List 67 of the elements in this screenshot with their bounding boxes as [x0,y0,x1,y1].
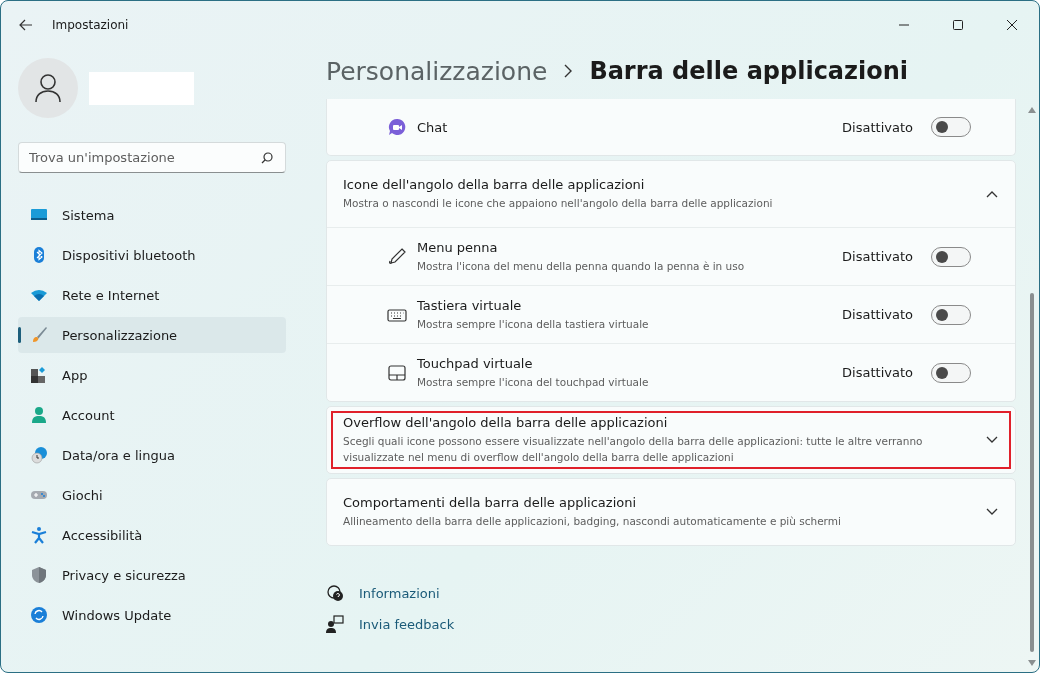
person-icon [30,406,48,424]
setting-label: Menu penna [417,239,499,255]
chat-icon [387,117,407,137]
section-title: Icone dell'angolo della barra delle applicazioni [343,177,646,192]
setting-label: Tastiera virtuale [417,297,523,313]
toggle-status: Disattivato [842,307,913,322]
sidebar-item[interactable]: Account [18,397,286,433]
breadcrumb-link[interactable]: Personalizzazione [326,56,548,86]
setting-description: Mostra sempre l'icona della tastiera virtuale [417,316,650,332]
search-field[interactable]: Trova un'impostazione [18,142,286,173]
sidebar-item[interactable]: Privacy e sicurezza [18,557,286,593]
sidebar-item[interactable]: Sistema [18,197,286,233]
section-description: Allineamento della barra delle applicazioni, badging, nascondi automaticamente e più schermi [343,514,842,529]
sidebar-label: Data/ora e lingua [62,447,175,463]
toggle-status: Disattivato [842,365,913,380]
sidebar-item[interactable]: Giochi [18,477,286,513]
section-description: Scegli quali icone possono essere visualizzate nell'angolo della barra delle applicazioni: tutte le altre verranno visualizzate nel menu di overflow dell'angolo della barra delle applicazioni [343,434,924,465]
paintbrush-icon [30,326,48,344]
shield-icon [30,566,48,584]
maximize-icon [953,19,963,30]
sidebar-item[interactable]: Accessibilità [18,517,286,553]
toggle-switch[interactable] [931,362,971,383]
feedback-person-icon [326,615,344,633]
sidebar-label: Account [62,407,115,423]
sidebar-label: Personalizzazione [62,327,178,343]
pen-icon [387,246,407,267]
sidebar-item[interactable]: Personalizzazione [18,317,286,353]
search-icon [261,151,273,164]
help-link[interactable]: Informazioni [359,585,440,601]
accessibility-icon [30,526,48,544]
sidebar-item[interactable]: App [18,357,286,393]
sidebar-label: Dispositivi bluetooth [62,247,196,263]
setting-description: Mostra sempre l'icona del touchpad virtuale [417,374,650,390]
toggle-status: Disattivato [842,249,913,264]
sidebar-label: App [62,367,88,383]
toggle-switch[interactable] [931,246,971,267]
toggle-status: Disattivato [842,119,913,135]
apps-icon [30,366,48,384]
search-input[interactable]: Trova un'impostazione [29,150,261,165]
sidebar-label: Giochi [62,487,103,503]
scroll-down-arrow-icon[interactable] [1028,660,1036,666]
sidebar-item[interactable]: Dispositivi bluetooth [18,237,286,273]
section-title: Overflow dell'angolo della barra delle applicazioni [343,415,669,430]
sidebar-label: Accessibilità [62,527,143,543]
toggle-switch[interactable] [931,304,971,325]
sidebar-label: Windows Update [62,607,172,623]
window-title: Impostazioni [52,17,129,32]
sync-icon [30,606,48,624]
page-title: Barra delle applicazioni [589,57,909,85]
touchpad-icon [387,362,407,383]
scroll-up-arrow-icon[interactable] [1028,107,1036,113]
setting-label: Touchpad virtuale [417,355,534,371]
sidebar-label: Rete e Internet [62,287,160,303]
sidebar-item[interactable]: Windows Update [18,597,286,633]
section-description: Mostra o nascondi le icone che appaiono nell'angolo della barra delle applicazioni [343,196,774,211]
sidebar-item[interactable]: Rete e Internet [18,277,286,313]
section-title: Comportamenti della barra delle applicazioni [343,495,638,510]
toggle-switch[interactable] [931,117,971,137]
globe-clock-icon [30,446,48,464]
help-link[interactable]: Invia feedback [359,616,455,632]
help-chat-icon [326,584,344,602]
sidebar-label: Sistema [62,207,115,223]
setting-description: Mostra l'icona del menu della penna quando la penna è in uso [417,258,746,274]
sidebar-label: Privacy e sicurezza [62,567,186,583]
sidebar-item[interactable]: Data/ora e lingua [18,437,286,473]
close-icon [1007,19,1017,30]
setting-label: Chat [417,119,449,135]
